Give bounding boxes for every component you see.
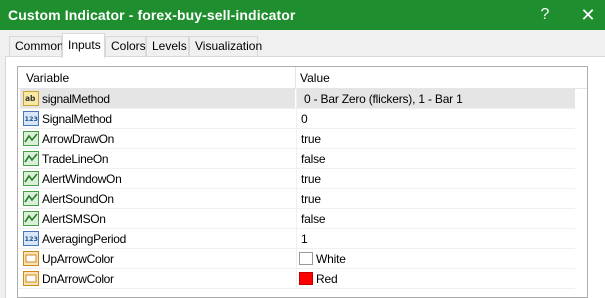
variable-name: SignalMethod [42,112,112,126]
help-button[interactable]: ? [528,0,562,30]
color-swatch[interactable] [299,272,313,285]
value-cell[interactable]: true [296,169,575,188]
variable-cell[interactable]: 123 AveragingPeriod [20,229,295,248]
variable-name: UpArrowColor [42,252,114,266]
value-text: 0 - Bar Zero (flickers), 1 - Bar 1 [304,92,463,106]
value-text: true [301,132,321,146]
value-text: 1 [301,232,308,246]
color-icon [23,251,39,266]
table-row[interactable]: 123 SignalMethod 0 [18,109,575,129]
variable-cell[interactable]: AlertSMSOn [20,209,295,228]
tab-strip: Common Inputs Colors Levels Visualizatio… [0,30,605,58]
color-swatch[interactable] [299,252,313,265]
table-row[interactable]: UpArrowColor White [18,249,575,269]
title-bar: Custom Indicator - forex-buy-sell-indica… [0,0,605,30]
svg-text:123: 123 [25,115,39,123]
integer-icon: 123 [23,231,39,246]
value-cell[interactable]: White [296,249,575,268]
table-row[interactable]: ab signalMethod 0 - Bar Zero (flickers),… [18,89,575,109]
value-text: false [301,212,326,226]
svg-text:123: 123 [25,235,39,243]
value-text: White [316,252,346,266]
value-cell[interactable]: 1 [296,229,575,248]
variable-name: AlertWindowOn [42,172,122,186]
vertical-scrollbar[interactable]: ▲ ▼ [587,67,588,298]
color-icon [23,271,39,286]
variable-cell[interactable]: AlertSoundOn [20,189,295,208]
tab-colors[interactable]: Colors [105,36,146,57]
value-cell[interactable]: 0 [296,109,575,128]
variable-name: AveragingPeriod [42,232,127,246]
table-row[interactable]: DnArrowColor Red [18,269,575,289]
variable-name: AlertSMSOn [42,212,106,226]
window-title: Custom Indicator - forex-buy-sell-indica… [8,7,296,23]
column-divider[interactable] [295,67,296,89]
value-cell[interactable]: 0 - Bar Zero (flickers), 1 - Bar 1 [296,89,575,108]
string-icon: ab [23,91,39,106]
value-cell[interactable]: true [296,189,575,208]
value-text: false [301,152,326,166]
value-cell[interactable]: false [296,149,575,168]
table-row[interactable]: TradeLineOn false [18,149,575,169]
value-text: true [301,192,321,206]
variable-cell[interactable]: ArrowDrawOn [20,129,295,148]
boolean-icon [23,211,39,226]
tab-inputs[interactable]: Inputs [62,33,105,58]
grid-header: Variable Value [18,67,587,89]
svg-text:ab: ab [25,94,36,103]
column-header-variable[interactable]: Variable [26,71,69,85]
boolean-icon [23,171,39,186]
variable-name: TradeLineOn [42,152,109,166]
variable-name: ArrowDrawOn [42,132,115,146]
variable-cell[interactable]: DnArrowColor [20,269,295,288]
boolean-icon [23,191,39,206]
variable-cell[interactable]: AlertWindowOn [20,169,295,188]
tab-visualization[interactable]: Visualization [189,36,262,57]
grid-rows: ab signalMethod 0 - Bar Zero (flickers),… [18,89,575,289]
variable-name: AlertSoundOn [42,192,114,206]
value-cell[interactable]: Red [296,269,575,288]
variable-cell[interactable]: TradeLineOn [20,149,295,168]
table-row[interactable]: AlertWindowOn true [18,169,575,189]
integer-icon: 123 [23,111,39,126]
column-header-value[interactable]: Value [300,71,330,85]
value-cell[interactable]: true [296,129,575,148]
variable-cell[interactable]: ab signalMethod [20,89,295,108]
tab-common[interactable]: Common [9,36,64,57]
variable-cell[interactable]: UpArrowColor [20,249,295,268]
value-cell[interactable]: false [296,209,575,228]
variable-name: DnArrowColor [42,272,114,286]
variable-name: signalMethod [42,92,110,106]
table-row[interactable]: 123 AveragingPeriod 1 [18,229,575,249]
value-text: true [301,172,321,186]
value-text: Red [316,272,338,286]
boolean-icon [23,131,39,146]
value-text: 0 [301,112,308,126]
table-row[interactable]: ArrowDrawOn true [18,129,575,149]
close-button[interactable]: ✕ [571,0,605,30]
table-row[interactable]: AlertSMSOn false [18,209,575,229]
inputs-grid: Variable Value ab signalMethod 0 - Bar Z… [17,66,588,298]
boolean-icon [23,151,39,166]
table-row[interactable]: AlertSoundOn true [18,189,575,209]
variable-cell[interactable]: 123 SignalMethod [20,109,295,128]
tab-levels[interactable]: Levels [146,36,189,57]
